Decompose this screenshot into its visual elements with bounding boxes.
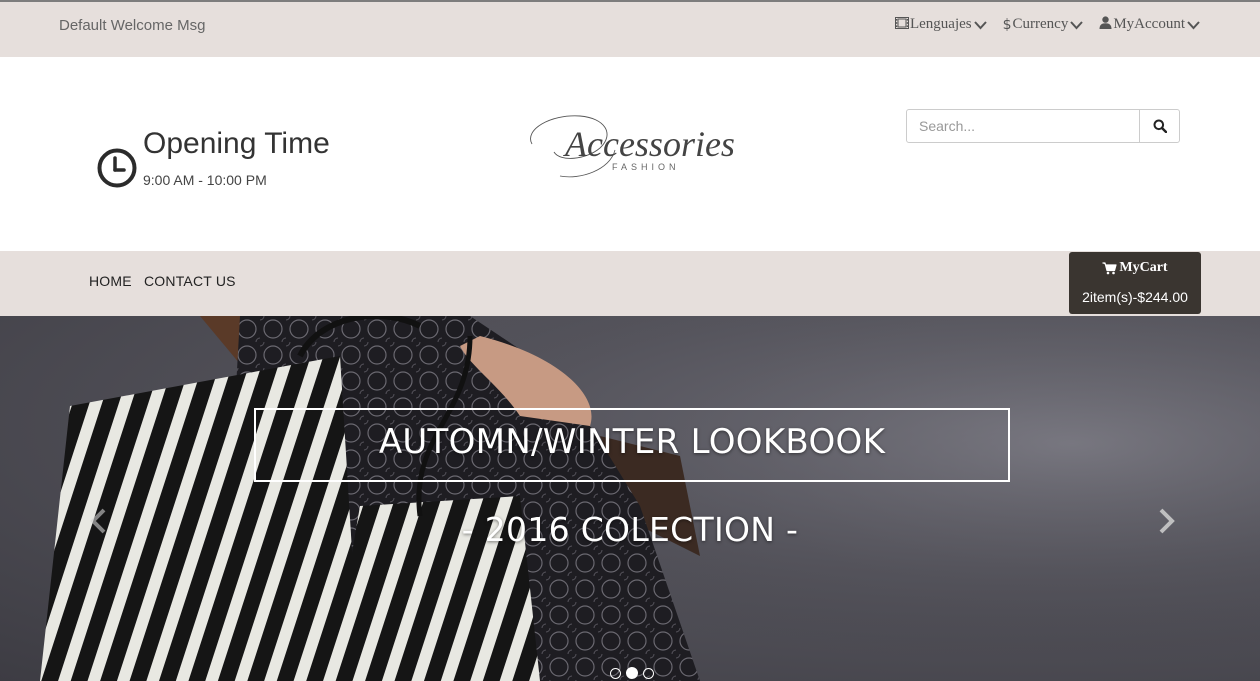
logo-subtitle: FASHION <box>612 162 680 172</box>
my-account-dropdown[interactable]: MyAccount <box>1099 16 1200 33</box>
search-input[interactable] <box>907 110 1139 142</box>
currency-label: Currency <box>1012 16 1069 32</box>
slider-dots <box>610 667 654 679</box>
hero-title: AUTOMN/WINTER LOOKBOOK <box>378 422 886 462</box>
chevron-down-icon <box>1187 20 1200 29</box>
logo-script: Accessories <box>563 124 735 164</box>
languages-label: Lenguajes <box>909 16 972 32</box>
opening-time-title: Opening Time <box>143 127 330 160</box>
slider-dot-3[interactable] <box>643 667 654 679</box>
search-box <box>906 109 1180 143</box>
user-icon <box>1099 16 1112 33</box>
slider-dot-2[interactable] <box>626 667 638 679</box>
cart-icon <box>1102 261 1117 274</box>
cart-title: MyCart <box>1069 260 1201 276</box>
dollar-icon: $ <box>1002 16 1012 33</box>
nav-home[interactable]: HOME <box>89 273 132 289</box>
opening-hours: 9:00 AM - 10:00 PM <box>143 172 267 188</box>
cart-summary: 2item(s)-$244.00 <box>1082 289 1188 305</box>
hero-slider: AUTOMN/WINTER LOOKBOOK - 2016 COLECTION … <box>0 316 1260 681</box>
next-slide-arrow[interactable] <box>1153 506 1179 536</box>
top-bar: Default Welcome Msg Lenguajes $ Currency… <box>0 0 1260 57</box>
mini-cart[interactable]: MyCart 2item(s)-$244.00 <box>1069 252 1201 314</box>
cart-title-label: MyCart <box>1119 260 1168 275</box>
my-account-label: MyAccount <box>1113 16 1185 32</box>
top-menu: Lenguajes $ Currency MyAccount <box>894 16 1200 33</box>
search-icon <box>1153 119 1167 133</box>
film-icon <box>894 16 909 33</box>
chevron-down-icon <box>973 20 987 29</box>
clock-icon <box>97 148 137 188</box>
welcome-message: Default Welcome Msg <box>59 17 206 34</box>
languages-dropdown[interactable]: Lenguajes <box>894 16 987 33</box>
nav-contact-us[interactable]: CONTACT US <box>144 273 236 289</box>
hero-background-image <box>0 316 1260 681</box>
chevron-down-icon <box>1070 20 1084 29</box>
search-button[interactable] <box>1139 110 1179 142</box>
hero-subtitle: - 2016 COLECTION - <box>461 510 799 549</box>
slider-dot-1[interactable] <box>610 667 621 679</box>
store-logo[interactable]: Accessories FASHION <box>520 100 742 182</box>
previous-slide-arrow[interactable] <box>86 506 112 536</box>
currency-dropdown[interactable]: $ Currency <box>1003 16 1084 33</box>
